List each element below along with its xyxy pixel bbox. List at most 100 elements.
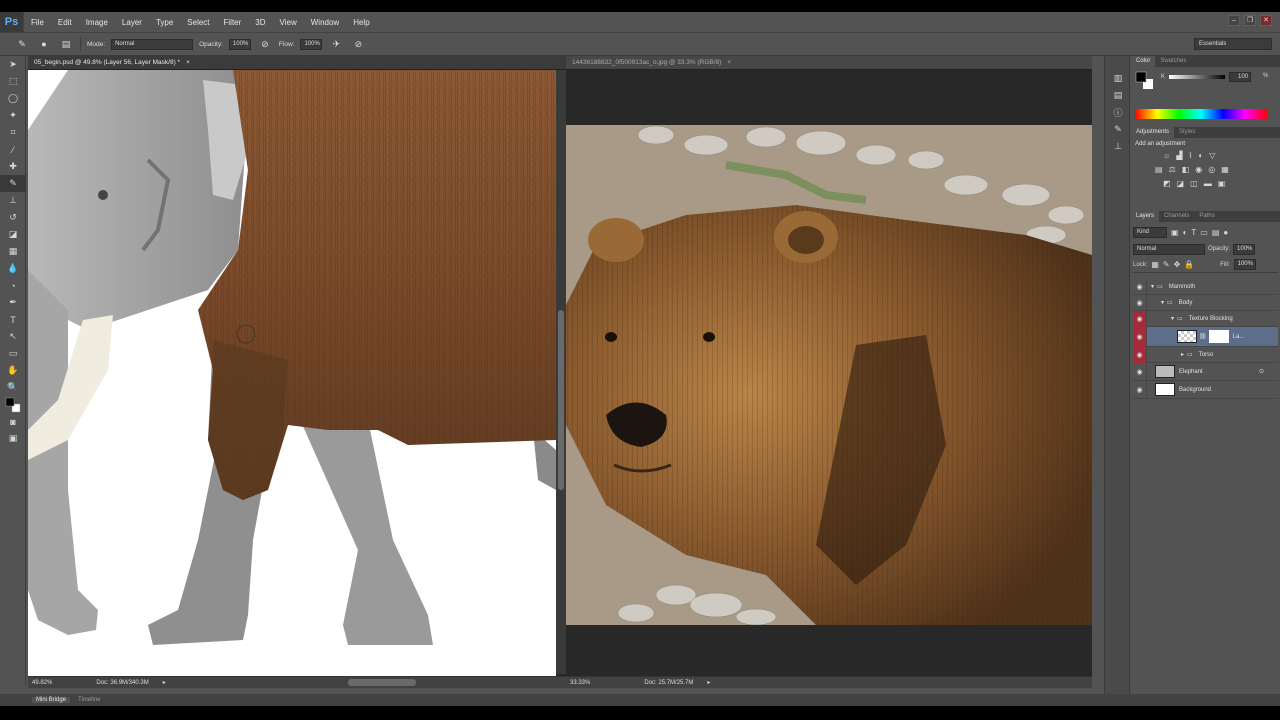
bear-canvas[interactable]	[566, 125, 1092, 625]
layer-row-elephant[interactable]: ◉ Elephant ⊙	[1133, 362, 1278, 381]
selective-color-icon[interactable]: ▣	[1218, 179, 1226, 188]
disclosure-icon[interactable]: ▾	[1151, 283, 1154, 290]
mode-select[interactable]: Normal	[111, 38, 194, 50]
filter-pixel-icon[interactable]: ▣	[1171, 228, 1179, 237]
path-select-tool-icon[interactable]: ↖	[0, 328, 26, 345]
filter-kind-select[interactable]: Kind	[1133, 226, 1167, 238]
filter-adjust-icon[interactable]: ◐	[1183, 228, 1188, 237]
menu-layer[interactable]: Layer	[115, 18, 149, 27]
quick-mask-icon[interactable]: ◙	[0, 413, 26, 430]
menu-help[interactable]: Help	[346, 18, 376, 27]
dodge-tool-icon[interactable]: ◔	[0, 277, 26, 294]
fg-bg-color-icon[interactable]	[1135, 71, 1155, 91]
menu-type[interactable]: Type	[149, 18, 180, 27]
brush-size-icon[interactable]: ●	[36, 37, 52, 51]
brush-preset-icon[interactable]: ✎	[14, 37, 30, 51]
lock-all-icon[interactable]: 🔒	[1184, 260, 1194, 269]
lock-pixels-icon[interactable]: ✎	[1163, 260, 1170, 269]
brush-panel-icon[interactable]: ▤	[58, 37, 74, 51]
layer-row-body[interactable]: ◉ ▾ ▭ Body	[1133, 294, 1278, 311]
tab-swatches[interactable]: Swatches	[1155, 56, 1191, 67]
clone-source-icon[interactable]: ⊥	[1105, 138, 1131, 155]
doc-tab-close-icon[interactable]: ×	[727, 59, 731, 66]
lasso-tool-icon[interactable]: ◯	[0, 90, 26, 107]
pressure-size-icon[interactable]: ⊘	[350, 37, 366, 51]
marquee-tool-icon[interactable]: ⬚	[0, 73, 26, 90]
layer-row-mammoth[interactable]: ◉ ▾ ▭ Mammoth	[1133, 278, 1278, 295]
tab-paths[interactable]: Paths	[1194, 211, 1219, 222]
tab-adjustments[interactable]: Adjustments	[1131, 127, 1175, 138]
pen-tool-icon[interactable]: ✒	[0, 294, 26, 311]
zoom-tool-icon[interactable]: 🔍	[0, 379, 26, 396]
visibility-eye-icon[interactable]: ◉	[1133, 362, 1147, 381]
quick-select-tool-icon[interactable]: ✦	[0, 107, 26, 124]
menu-3d[interactable]: 3D	[248, 18, 272, 27]
vibrance-icon[interactable]: ▽	[1209, 151, 1215, 160]
bw-icon[interactable]: ◧	[1182, 165, 1190, 174]
visibility-eye-icon[interactable]: ◉	[1133, 278, 1147, 295]
filter-shape-icon[interactable]: ▭	[1200, 228, 1208, 237]
history-brush-tool-icon[interactable]: ↺	[0, 209, 26, 226]
restore-button[interactable]: ❐	[1244, 15, 1256, 26]
filter-toggle-icon[interactable]: ●	[1223, 228, 1228, 237]
brightness-icon[interactable]: ☼	[1163, 151, 1170, 160]
doc1-horizontal-scroll-thumb[interactable]	[348, 679, 416, 686]
invert-icon[interactable]: ◩	[1163, 179, 1171, 188]
lock-position-icon[interactable]: ✥	[1174, 260, 1181, 269]
gradient-tool-icon[interactable]: ▦	[0, 243, 26, 260]
k-value-field[interactable]: 100	[1229, 72, 1251, 82]
tab-channels[interactable]: Channels	[1159, 211, 1194, 222]
layer-opacity-field[interactable]: 100%	[1233, 243, 1256, 255]
doc-tab-close-icon[interactable]: ×	[186, 59, 190, 66]
gradient-map-icon[interactable]: ▬	[1204, 179, 1212, 188]
disclosure-icon[interactable]: ▾	[1161, 299, 1164, 306]
menu-view[interactable]: View	[273, 18, 304, 27]
tab-timeline[interactable]: Timeline	[78, 697, 100, 703]
threshold-icon[interactable]: ◫	[1190, 179, 1198, 188]
history-panel-icon[interactable]: ▥	[1105, 70, 1131, 87]
status-arrow-icon[interactable]: ▸	[163, 679, 166, 686]
layer-row-texture-blocking[interactable]: ◉ ▾ ▭ Texture Blocking	[1133, 310, 1278, 327]
brush-panel-icon[interactable]: ✎	[1105, 121, 1131, 138]
close-button[interactable]: ✕	[1260, 15, 1272, 26]
menu-filter[interactable]: Filter	[217, 18, 249, 27]
disclosure-icon[interactable]: ▸	[1181, 351, 1184, 358]
move-tool-icon[interactable]: ➤	[0, 56, 26, 73]
visibility-eye-icon[interactable]: ◉	[1133, 380, 1147, 399]
minimize-button[interactable]: –	[1228, 15, 1240, 26]
flow-field[interactable]: 100%	[300, 38, 323, 50]
menu-file[interactable]: File	[24, 18, 51, 27]
menu-image[interactable]: Image	[79, 18, 115, 27]
scroll-thumb[interactable]	[558, 310, 564, 490]
clone-stamp-tool-icon[interactable]: ⊥	[0, 192, 26, 209]
type-tool-icon[interactable]: T	[0, 311, 26, 328]
k-slider[interactable]	[1169, 75, 1225, 79]
healing-tool-icon[interactable]: ✚	[0, 158, 26, 175]
doc-tab-mammoth[interactable]: 05_begin.psd @ 49.8% (Layer 56, Layer Ma…	[28, 56, 566, 70]
eraser-tool-icon[interactable]: ◪	[0, 226, 26, 243]
brush-tool-icon[interactable]: ✎	[0, 175, 26, 192]
blend-mode-select[interactable]: Normal	[1133, 243, 1205, 255]
workspace-select[interactable]: Essentials	[1194, 38, 1272, 50]
mammoth-canvas[interactable]	[28, 70, 556, 676]
hue-sat-icon[interactable]: ▤	[1155, 165, 1163, 174]
tab-mini-bridge[interactable]: Mini Bridge	[32, 697, 71, 703]
menu-edit[interactable]: Edit	[51, 18, 79, 27]
filter-type-icon[interactable]: T	[1191, 228, 1196, 237]
curves-icon[interactable]: ⌇	[1189, 151, 1193, 160]
pressure-opacity-icon[interactable]: ⊘	[257, 37, 273, 51]
disclosure-icon[interactable]: ▾	[1171, 315, 1174, 322]
channel-mixer-icon[interactable]: ◎	[1208, 165, 1215, 174]
photo-filter-icon[interactable]: ◉	[1195, 165, 1202, 174]
visibility-eye-icon[interactable]: ◉	[1133, 346, 1147, 363]
lock-transparency-icon[interactable]: ▦	[1151, 260, 1159, 269]
layer-row-torso[interactable]: ◉ ▸ ▭ Torso	[1133, 346, 1278, 363]
menu-window[interactable]: Window	[304, 18, 346, 27]
menu-select[interactable]: Select	[180, 18, 216, 27]
crop-tool-icon[interactable]: ⌗	[0, 124, 26, 141]
info-panel-icon[interactable]: ⓘ	[1105, 104, 1131, 121]
color-swatches-icon[interactable]	[0, 396, 26, 413]
layer-row-background[interactable]: ◉ Background	[1133, 380, 1278, 399]
hand-tool-icon[interactable]: ✋	[0, 362, 26, 379]
levels-icon[interactable]: ▟	[1176, 151, 1182, 160]
